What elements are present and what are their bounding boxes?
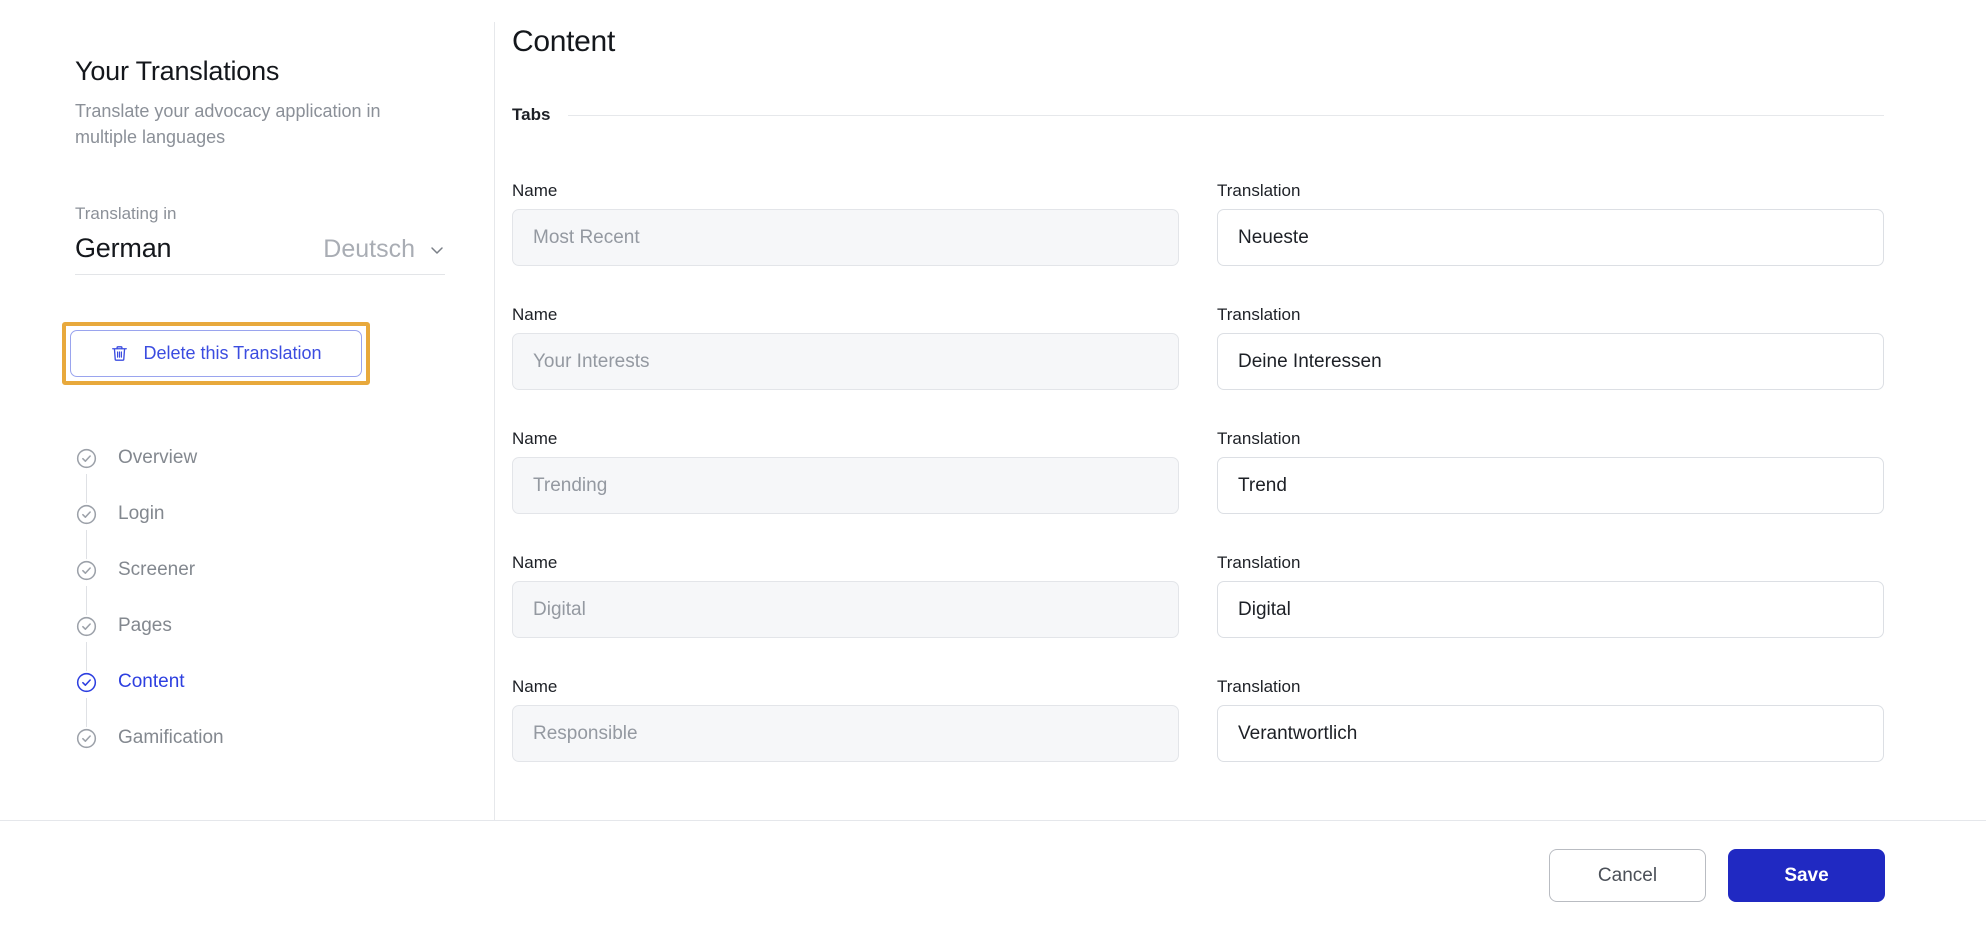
section-divider-rule xyxy=(568,114,1884,116)
check-circle-icon xyxy=(75,614,98,638)
name-input[interactable] xyxy=(512,581,1179,638)
translation-row: Name Translation xyxy=(512,678,1902,762)
check-circle-icon xyxy=(75,670,98,694)
translation-field-label: Translation xyxy=(1217,677,1301,696)
sidebar-step-login[interactable]: Login xyxy=(75,486,415,573)
language-selector-group: Translating in German Deutsch xyxy=(75,205,445,275)
check-circle-icon xyxy=(75,726,98,750)
translation-row: Name Translation xyxy=(512,182,1902,266)
language-native-name: Deutsch xyxy=(323,235,415,263)
translation-row: Name Translation xyxy=(512,554,1902,638)
check-circle-icon xyxy=(75,502,98,526)
steps-nav: Overview Login Screener Pages Content Gamific… xyxy=(75,430,415,766)
sidebar: Your Translations Translate your advocac… xyxy=(0,0,494,820)
footer-actions: Cancel Save xyxy=(1549,849,1885,902)
translations-page: Your Translations Translate your advocac… xyxy=(0,0,1986,936)
translation-field-label: Translation xyxy=(1217,553,1301,572)
name-field-label: Name xyxy=(512,429,558,448)
name-field-group: Name xyxy=(512,430,1179,514)
language-selector[interactable]: German Deutsch xyxy=(75,233,445,275)
translation-field-group: Translation xyxy=(1217,678,1884,762)
name-field-group: Name xyxy=(512,678,1179,762)
name-field-label: Name xyxy=(512,553,558,572)
sidebar-step-pages[interactable]: Pages xyxy=(75,598,415,685)
translation-field-group: Translation xyxy=(1217,182,1884,266)
translating-in-label: Translating in xyxy=(75,204,177,223)
cancel-button[interactable]: Cancel xyxy=(1549,849,1706,902)
translation-input[interactable] xyxy=(1217,209,1884,266)
check-circle-icon xyxy=(75,446,98,470)
delete-translation-highlight: Delete this Translation xyxy=(62,322,370,385)
delete-translation-button[interactable]: Delete this Translation xyxy=(70,330,362,377)
content-heading: Content xyxy=(512,25,615,58)
scrollable-content-area[interactable]: Your Translations Translate your advocac… xyxy=(0,0,1986,821)
tabs-section-header: Tabs xyxy=(512,105,1884,125)
step-label: Screener xyxy=(118,559,196,580)
main-panel: Content Tabs Name Translation Name Translat… xyxy=(495,0,1986,820)
translation-field-group: Translation xyxy=(1217,306,1884,390)
language-name: German xyxy=(75,233,172,263)
name-field-label: Name xyxy=(512,181,558,200)
name-field-label: Name xyxy=(512,305,558,324)
footer-bar: Cancel Save xyxy=(0,822,1986,936)
translation-field-label: Translation xyxy=(1217,181,1301,200)
name-field-label: Name xyxy=(512,677,558,696)
name-input[interactable] xyxy=(512,705,1179,762)
delete-translation-label: Delete this Translation xyxy=(143,343,322,363)
name-field-group: Name xyxy=(512,182,1179,266)
step-label: Pages xyxy=(118,615,172,636)
sidebar-step-gamification[interactable]: Gamification xyxy=(75,710,415,766)
step-label: Login xyxy=(118,503,165,524)
name-input[interactable] xyxy=(512,209,1179,266)
step-label: Overview xyxy=(118,447,198,468)
tabs-section-label: Tabs xyxy=(512,105,551,124)
page-subtitle: Translate your advocacy application in m… xyxy=(75,101,381,148)
name-input[interactable] xyxy=(512,457,1179,514)
translation-field-label: Translation xyxy=(1217,305,1301,324)
check-circle-icon xyxy=(75,558,98,582)
name-field-group: Name xyxy=(512,306,1179,390)
translation-field-label: Translation xyxy=(1217,429,1301,448)
chevron-down-icon xyxy=(431,246,443,254)
translation-input[interactable] xyxy=(1217,581,1884,638)
trash-icon xyxy=(112,346,128,361)
name-field-group: Name xyxy=(512,554,1179,638)
translation-field-group: Translation xyxy=(1217,554,1884,638)
sidebar-step-screener[interactable]: Screener xyxy=(75,542,415,629)
translation-field-group: Translation xyxy=(1217,430,1884,514)
step-label: Content xyxy=(118,671,185,692)
translation-rows: Name Translation Name Translation Name Transl… xyxy=(512,182,1902,802)
name-input[interactable] xyxy=(512,333,1179,390)
translation-row: Name Translation xyxy=(512,430,1902,514)
step-label: Gamification xyxy=(118,727,224,748)
sidebar-step-content[interactable]: Content xyxy=(75,654,415,741)
translation-input[interactable] xyxy=(1217,705,1884,762)
translation-row: Name Translation xyxy=(512,306,1902,390)
translation-input[interactable] xyxy=(1217,333,1884,390)
translation-input[interactable] xyxy=(1217,457,1884,514)
save-button[interactable]: Save xyxy=(1728,849,1885,902)
page-title: Your Translations xyxy=(75,56,280,86)
language-native-group: Deutsch xyxy=(323,235,445,264)
sidebar-step-overview[interactable]: Overview xyxy=(75,430,415,517)
